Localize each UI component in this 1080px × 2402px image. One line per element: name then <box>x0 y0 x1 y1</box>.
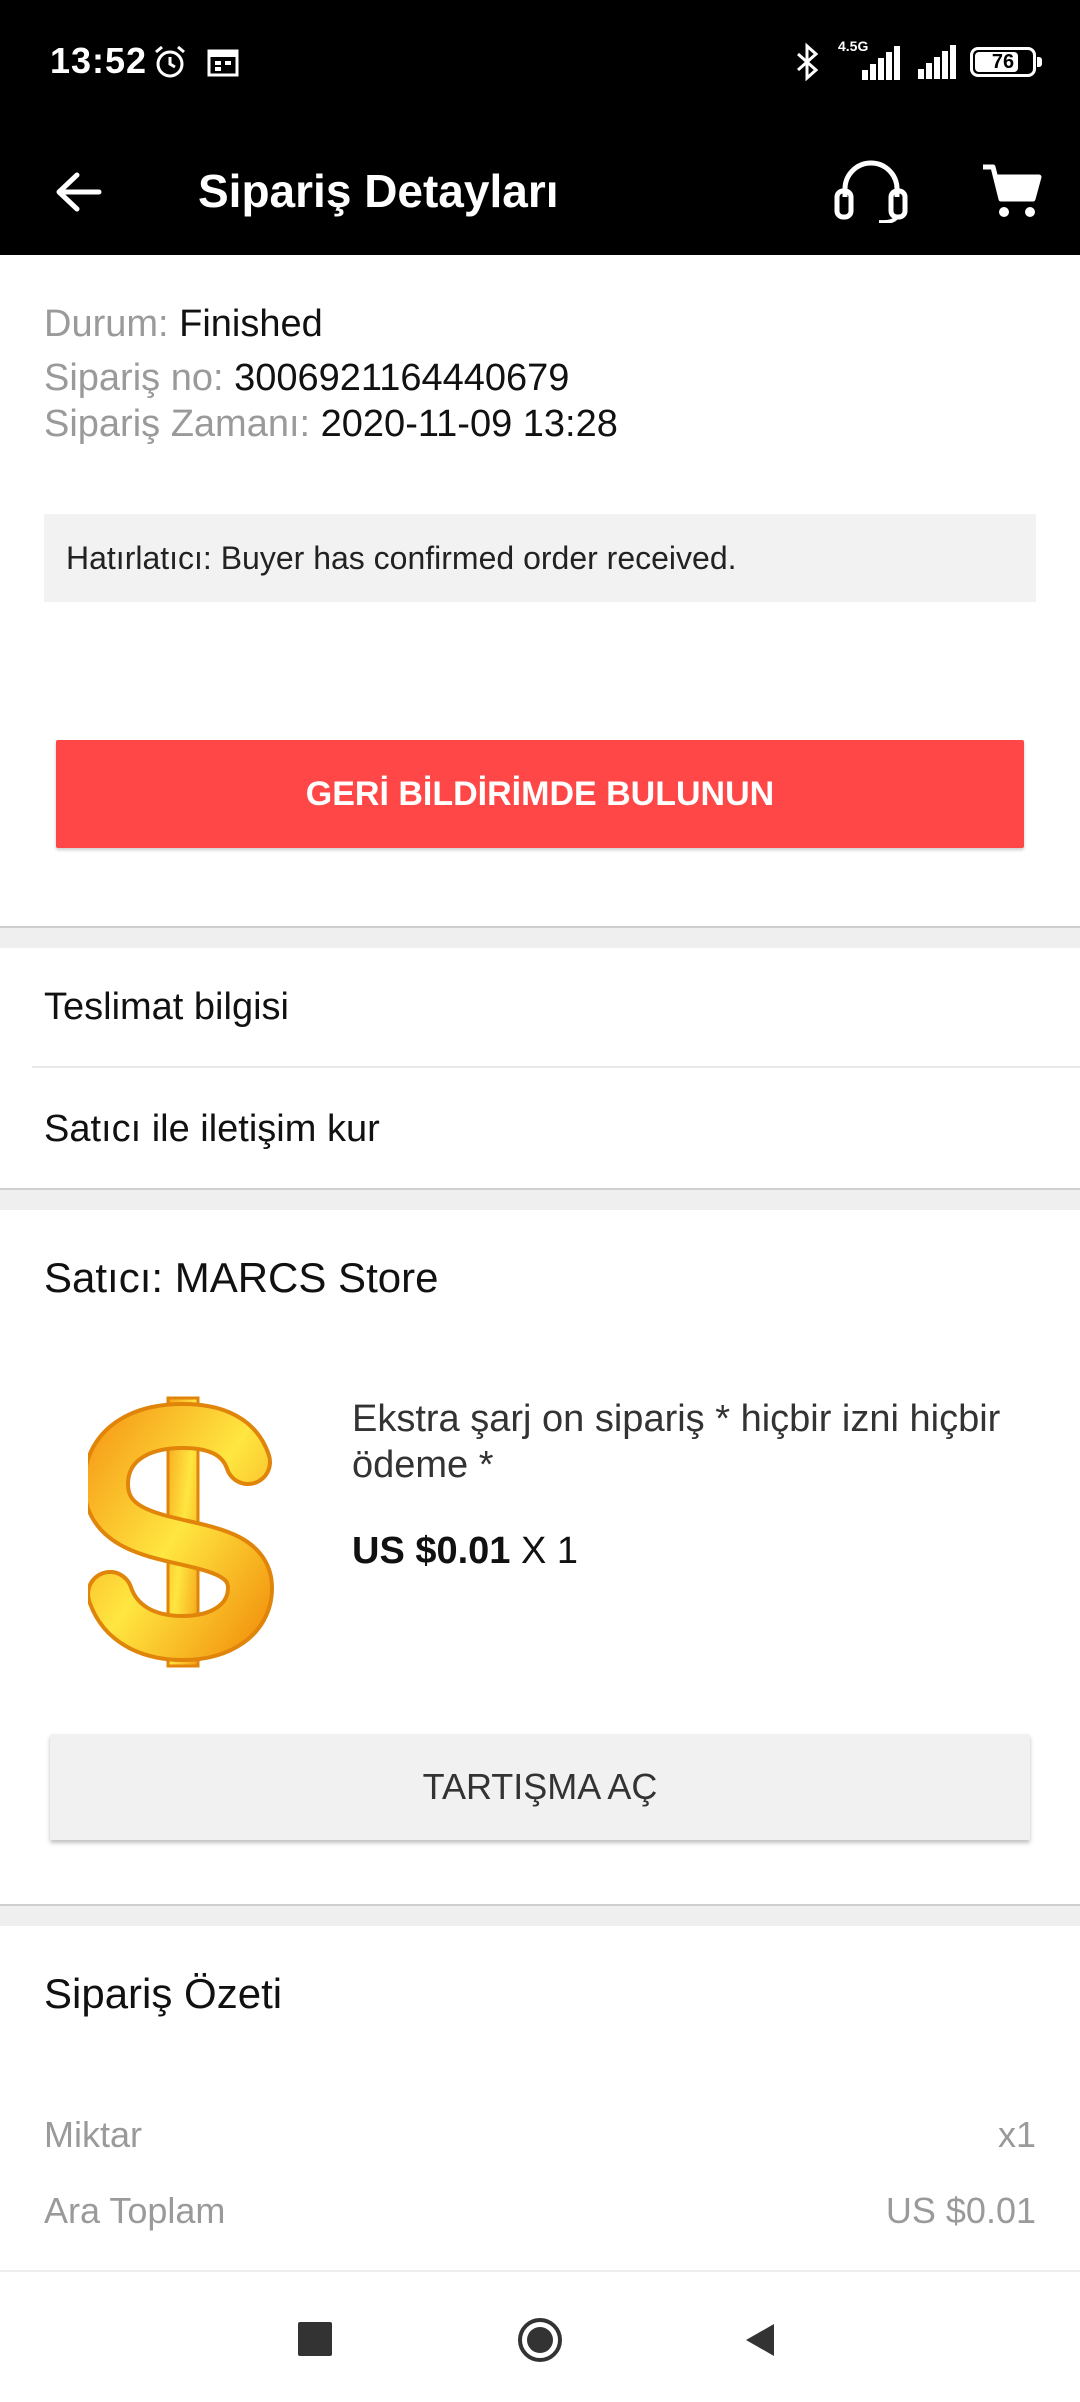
status-bar: 13:52 4.5G 76 <box>0 0 1080 128</box>
order-number-label: Sipariş no: <box>44 357 224 399</box>
customer-service-button[interactable] <box>828 148 914 234</box>
signal-bars-icon <box>918 45 956 79</box>
summary-label: Ara Toplam <box>44 2190 226 2231</box>
alarm-icon <box>155 45 185 78</box>
product-quantity: X 1 <box>521 1530 579 1572</box>
page-title: Sipariş Detayları <box>198 165 559 217</box>
order-status-row: Durum: Finished <box>44 298 618 352</box>
summary-value: US $0.01 <box>885 2190 1036 2231</box>
cart-button[interactable] <box>970 150 1054 234</box>
section-divider <box>0 1904 1080 1926</box>
summary-label: Miktar <box>44 2114 142 2155</box>
reminder-box: Hatırlatıcı: Buyer has confirmed order r… <box>44 514 1036 602</box>
order-time-value: 2020-11-09 13:28 <box>320 403 618 445</box>
back-arrow-icon <box>56 172 102 212</box>
summary-value: x1 <box>997 2114 1036 2155</box>
battery-icon: 76 <box>970 47 1042 77</box>
order-status-value: Finished <box>179 303 323 345</box>
nav-back-icon[interactable] <box>740 2320 780 2360</box>
open-dispute-button[interactable]: TARTIŞMA AÇ <box>50 1734 1030 1840</box>
order-time-label: Sipariş Zamanı: <box>44 403 311 445</box>
home-icon[interactable] <box>516 2316 564 2364</box>
back-button[interactable] <box>40 154 116 230</box>
order-info: Durum: Finished Sipariş no: 300692116444… <box>44 298 618 452</box>
battery-level: 76 <box>991 51 1015 73</box>
order-time-row: Sipariş Zamanı: 2020-11-09 13:28 <box>44 398 618 452</box>
mobile-signal-icon: 4.5G <box>838 38 902 82</box>
contact-seller-link[interactable]: Satıcı ile iletişim kur <box>44 1108 380 1151</box>
cart-icon <box>983 164 1042 217</box>
calendar-icon <box>207 49 239 77</box>
status-time: 13:52 <box>50 40 148 81</box>
system-nav-bar <box>0 2270 1080 2402</box>
divider <box>32 1066 1080 1068</box>
product-price-row: US $0.01 X 1 <box>352 1530 578 1573</box>
summary-row-subtotal: Ara Toplam US $0.01 <box>44 2190 1036 2232</box>
product-image[interactable] <box>88 1392 278 1672</box>
headset-icon <box>834 160 908 223</box>
delivery-info-link[interactable]: Teslimat bilgisi <box>44 986 289 1029</box>
section-divider <box>0 1188 1080 1210</box>
order-status-label: Durum: <box>44 303 169 345</box>
seller-name[interactable]: Satıcı: MARCS Store <box>44 1254 438 1302</box>
app-bar: Sipariş Detayları <box>0 128 1080 255</box>
recent-apps-icon[interactable] <box>298 2322 332 2356</box>
summary-row-quantity: Miktar x1 <box>44 2114 1036 2156</box>
bluetooth-icon <box>797 42 819 82</box>
product-title[interactable]: Ekstra şarj on sipariş * hiçbir izni hiç… <box>352 1396 1042 1488</box>
leave-feedback-button[interactable]: GERİ BİLDİRİMDE BULUNUN <box>56 740 1024 848</box>
status-icons: 4.5G 76 <box>790 38 1042 82</box>
order-summary-title: Sipariş Özeti <box>44 1970 283 2017</box>
section-divider <box>0 926 1080 948</box>
product-price: US $0.01 <box>352 1530 511 1572</box>
order-number-value: 3006921164440679 <box>234 357 570 399</box>
